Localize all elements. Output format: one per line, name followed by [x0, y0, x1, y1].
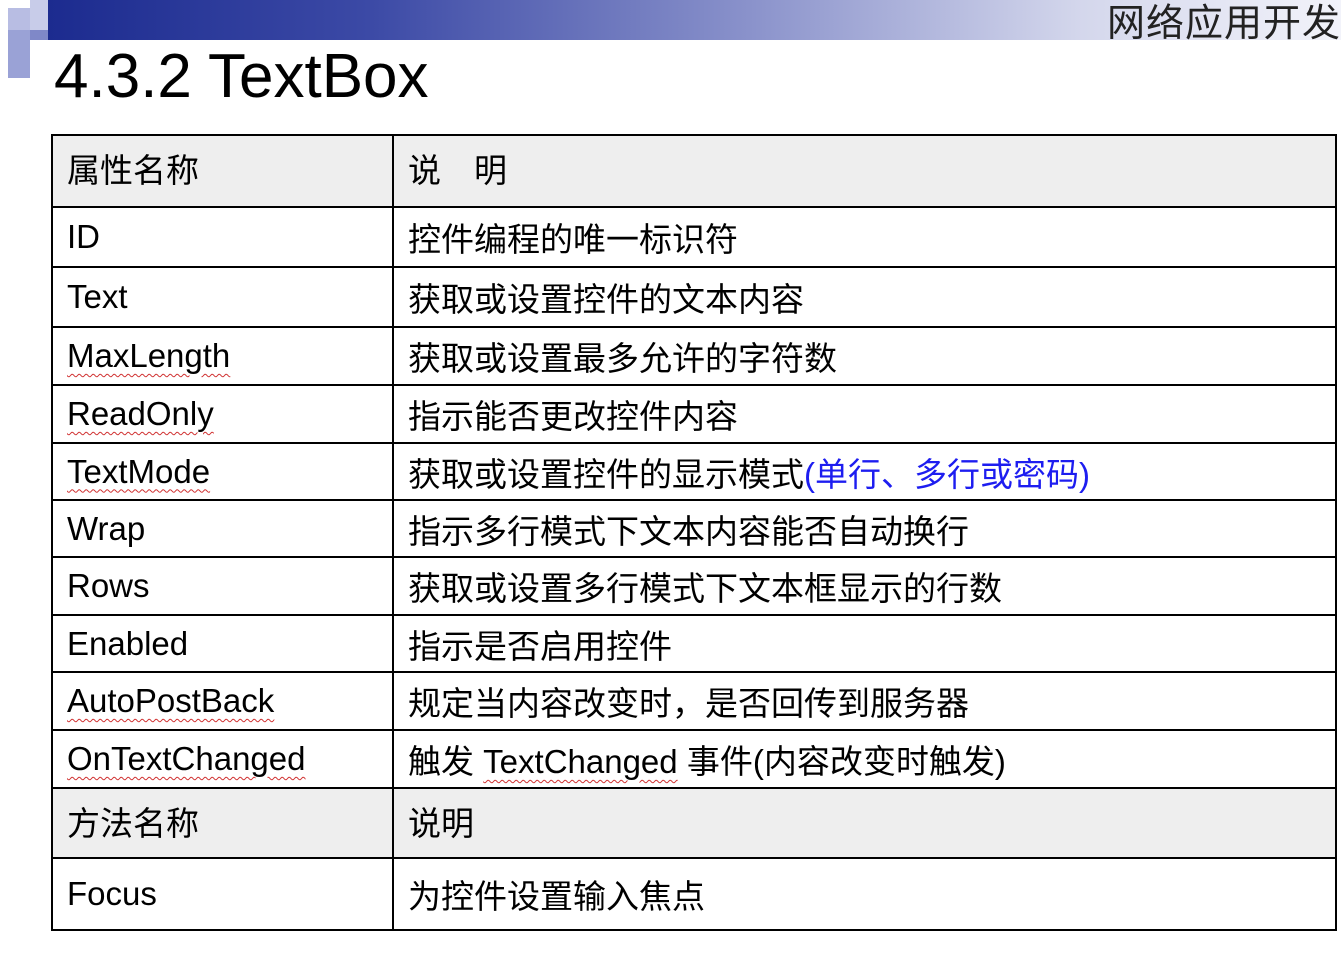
table-row: TextMode 获取或设置控件的显示模式(单行、多行或密码)	[51, 442, 1337, 501]
course-title: 网络应用开发	[1106, 3, 1341, 45]
property-desc-cell: 触发 TextChanged 事件(内容改变时触发)	[392, 729, 1337, 789]
property-name: Enabled	[51, 614, 394, 673]
property-name: TextMode	[67, 452, 211, 490]
property-desc-pre: 触发	[408, 743, 484, 780]
table-row: ID 控件编程的唯一标识符	[51, 206, 1337, 268]
table-row: Focus 为控件设置输入焦点	[51, 857, 1337, 931]
property-name-cell: MaxLength	[51, 326, 394, 386]
method-name-header: 方法名称	[51, 787, 394, 859]
property-name: Text	[51, 266, 394, 328]
property-name-cell: ReadOnly	[51, 384, 394, 444]
property-desc: 获取或设置控件的显示模式	[408, 455, 804, 493]
method-name: Focus	[51, 857, 394, 931]
decorative-square	[30, 30, 48, 40]
table-row: Enabled 指示是否启用控件	[51, 614, 1337, 673]
table-row: Wrap 指示多行模式下文本内容能否自动换行	[51, 499, 1337, 558]
property-desc: 指示能否更改控件内容	[392, 384, 1337, 444]
property-name: MaxLength	[67, 337, 231, 374]
table-row: AutoPostBack 规定当内容改变时，是否回传到服务器	[51, 671, 1337, 731]
property-name-cell: AutoPostBack	[51, 671, 394, 731]
property-header-row: 属性名称 说 明	[51, 134, 1337, 208]
property-name: Wrap	[51, 499, 394, 558]
method-header-row: 方法名称 说明	[51, 787, 1337, 859]
table-row: OnTextChanged 触发 TextChanged 事件(内容改变时触发)	[51, 729, 1337, 789]
decorative-square	[8, 8, 30, 30]
property-name: Rows	[51, 556, 394, 616]
property-desc: 获取或设置最多允许的字符数	[392, 326, 1337, 386]
property-desc: 指示多行模式下文本内容能否自动换行	[392, 499, 1337, 558]
property-desc-extra: (单行、多行或密码)	[804, 455, 1090, 493]
property-desc: 规定当内容改变时，是否回传到服务器	[392, 671, 1337, 731]
property-name: OnTextChanged	[67, 740, 306, 777]
property-desc-cell: 获取或设置控件的显示模式(单行、多行或密码)	[392, 442, 1337, 501]
property-desc: 获取或设置多行模式下文本框显示的行数	[392, 556, 1337, 616]
properties-table: 属性名称 说 明 ID 控件编程的唯一标识符 Text 获取或设置控件的文本内容…	[51, 134, 1337, 931]
property-name: ID	[51, 206, 394, 268]
decorative-square	[8, 30, 30, 78]
property-desc: 控件编程的唯一标识符	[392, 206, 1337, 268]
property-name-header: 属性名称	[51, 134, 394, 208]
method-desc-header: 说明	[392, 787, 1337, 859]
property-desc-header: 说 明	[392, 134, 1337, 208]
method-desc: 为控件设置输入焦点	[392, 857, 1337, 931]
property-name: AutoPostBack	[67, 682, 275, 719]
table-row: Rows 获取或设置多行模式下文本框显示的行数	[51, 556, 1337, 616]
property-name: ReadOnly	[67, 395, 214, 432]
decorative-square	[30, 0, 48, 30]
property-name-cell: OnTextChanged	[51, 729, 394, 789]
table-row: MaxLength 获取或设置最多允许的字符数	[51, 326, 1337, 386]
property-desc: 指示是否启用控件	[392, 614, 1337, 673]
property-desc: 获取或设置控件的文本内容	[392, 266, 1337, 328]
slide: 网络应用开发 4.3.2 TextBox 属性名称 说 明 ID 控件编程的唯一…	[0, 0, 1341, 965]
table-row: ReadOnly 指示能否更改控件内容	[51, 384, 1337, 444]
property-desc-post: 事件(内容改变时触发)	[677, 743, 1006, 780]
property-desc-link: TextChanged	[483, 743, 678, 780]
slide-title: 4.3.2 TextBox	[54, 42, 429, 111]
property-name-cell: TextMode	[51, 442, 394, 501]
table-row: Text 获取或设置控件的文本内容	[51, 266, 1337, 328]
